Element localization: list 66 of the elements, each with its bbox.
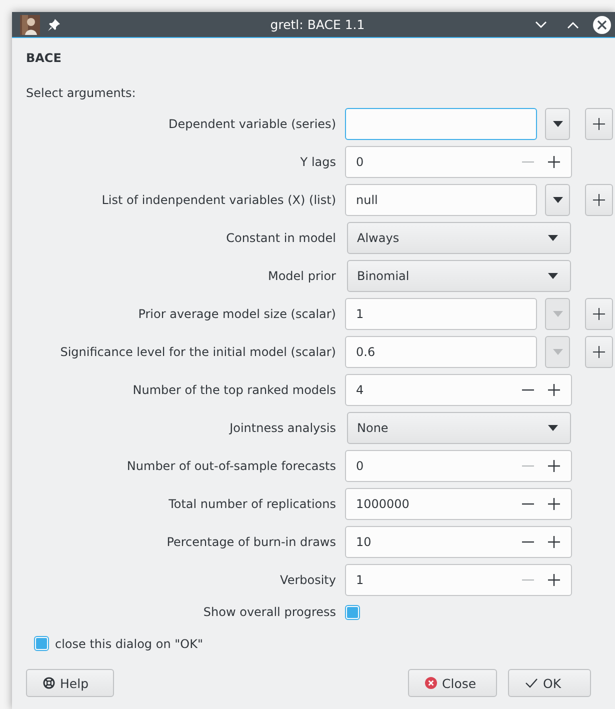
field-label: Y lags — [299, 155, 336, 169]
checkbox[interactable] — [34, 636, 49, 651]
error-icon — [425, 677, 437, 689]
field-label: Percentage of burn-in draws — [166, 535, 336, 549]
dropdown-arrow-icon — [552, 349, 562, 355]
input-field[interactable]: 0.6 — [345, 336, 537, 368]
minimize-icon[interactable] — [535, 20, 547, 28]
field-label: Jointness analysis — [228, 421, 336, 435]
checkbox-label: close this dialog on "OK" — [55, 636, 203, 650]
spin-field[interactable]: 0 — [345, 146, 572, 178]
close-icon[interactable] — [593, 16, 611, 34]
close-button[interactable]: Close — [408, 669, 497, 697]
help-button[interactable]: Help — [26, 669, 114, 697]
field-label: Dependent variable (series) — [168, 117, 336, 131]
spin-field[interactable]: 0 — [345, 450, 572, 482]
dropdown-button[interactable] — [545, 108, 570, 140]
plus-icon — [593, 308, 605, 320]
dropdown-button[interactable] — [545, 184, 570, 216]
dropdown-arrow-icon — [548, 235, 558, 241]
input-field[interactable]: 1 — [345, 298, 537, 330]
dropdown[interactable]: Always — [347, 222, 571, 254]
maximize-icon[interactable] — [567, 20, 579, 28]
checkmark-icon — [525, 678, 538, 688]
dropdown-arrow-icon — [552, 197, 562, 203]
dialog-heading: BACE — [26, 51, 62, 67]
instruction-text: Select arguments: — [26, 86, 137, 102]
field-label: Total number of replications — [168, 497, 336, 511]
spin-field[interactable]: 4 — [345, 374, 572, 406]
plus-icon — [548, 498, 560, 510]
plus-icon — [548, 384, 560, 396]
plus-icon — [593, 118, 605, 130]
field-label: Show overall progress — [202, 605, 336, 619]
field-label: Significance level for the initial model (scalar) — [59, 345, 336, 359]
spin-field[interactable]: 10 — [345, 526, 572, 558]
spin-field[interactable]: 1 — [345, 564, 572, 596]
plus-icon — [548, 574, 560, 586]
field-label: Number of out-of-sample forecasts — [126, 459, 336, 473]
plus-icon — [593, 346, 605, 358]
field-label: Prior average model size (scalar) — [137, 307, 336, 321]
input-field[interactable]: null — [345, 184, 537, 216]
plus-icon — [593, 194, 605, 206]
add-button[interactable] — [585, 184, 613, 216]
dropdown-arrow-icon — [552, 311, 562, 317]
dropdown-arrow-icon — [548, 425, 558, 431]
field-label: List of indenpendent variables (X) (list) — [100, 193, 336, 207]
lifebuoy-icon — [43, 677, 55, 689]
add-button[interactable] — [585, 336, 613, 368]
plus-icon — [548, 460, 560, 472]
field-label: Number of the top ranked models — [132, 383, 336, 397]
dropdown-arrow-icon — [552, 121, 562, 127]
ok-button[interactable]: OK — [508, 669, 591, 697]
add-button[interactable] — [585, 108, 613, 140]
dropdown[interactable]: Binomial — [347, 260, 571, 292]
field-label: Verbosity — [279, 573, 336, 587]
dropdown[interactable]: None — [347, 412, 571, 444]
input-field[interactable] — [345, 108, 537, 140]
pin-icon[interactable] — [48, 18, 60, 30]
add-button[interactable] — [585, 298, 613, 330]
dropdown-arrow-icon — [548, 273, 558, 279]
field-label: Model prior — [266, 269, 336, 283]
plus-icon — [548, 156, 560, 168]
window-title: gretl: BACE 1.1 — [269, 17, 366, 32]
spin-field[interactable]: 1000000 — [345, 488, 572, 520]
field-label: Constant in model — [225, 231, 336, 245]
checkbox[interactable] — [345, 604, 360, 620]
plus-icon — [548, 536, 560, 548]
